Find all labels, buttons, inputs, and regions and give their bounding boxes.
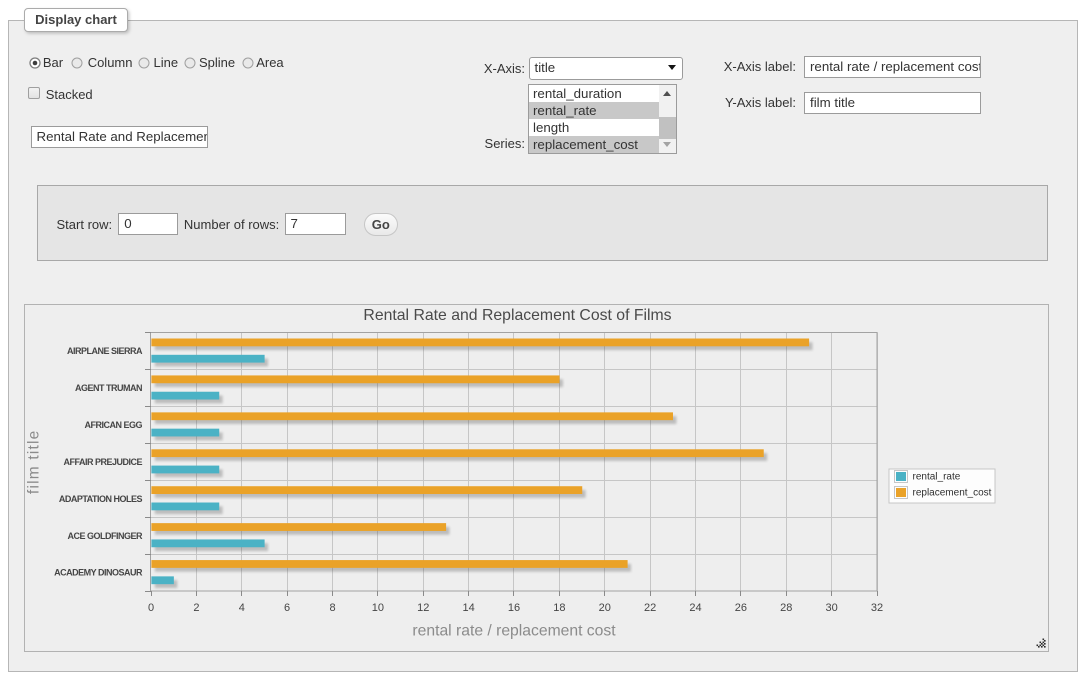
svg-text:0: 0 [148, 602, 154, 614]
svg-text:ACE GOLDFINGER: ACE GOLDFINGER [67, 531, 143, 541]
svg-text:replacement_cost: replacement_cost [913, 488, 992, 499]
svg-text:20: 20 [599, 602, 611, 614]
svg-text:2: 2 [193, 602, 199, 614]
svg-text:10: 10 [372, 602, 384, 614]
svg-text:30: 30 [825, 602, 837, 614]
svg-text:24: 24 [689, 602, 701, 614]
svg-text:26: 26 [735, 602, 747, 614]
svg-text:AIRPLANE SIERRA: AIRPLANE SIERRA [67, 346, 143, 356]
svg-text:12: 12 [417, 602, 429, 614]
svg-text:rental rate / replacement cost: rental rate / replacement cost [412, 622, 616, 639]
svg-text:AFRICAN EGG: AFRICAN EGG [85, 420, 143, 430]
svg-text:Rental Rate and Replacement Co: Rental Rate and Replacement Cost of Film… [363, 307, 671, 324]
svg-text:ADAPTATION HOLES: ADAPTATION HOLES [59, 494, 143, 504]
svg-text:6: 6 [284, 602, 290, 614]
svg-text:28: 28 [780, 602, 792, 614]
svg-text:32: 32 [871, 602, 883, 614]
svg-text:4: 4 [239, 602, 245, 614]
svg-text:18: 18 [553, 602, 565, 614]
svg-text:16: 16 [508, 602, 520, 614]
svg-text:AFFAIR PREJUDICE: AFFAIR PREJUDICE [63, 457, 142, 467]
svg-text:AGENT TRUMAN: AGENT TRUMAN [75, 383, 142, 393]
svg-text:ACADEMY DINOSAUR: ACADEMY DINOSAUR [54, 568, 143, 578]
svg-text:film title: film title [26, 430, 43, 495]
svg-text:22: 22 [644, 602, 656, 614]
svg-text:14: 14 [462, 602, 474, 614]
svg-text:rental_rate: rental_rate [913, 472, 961, 483]
svg-text:8: 8 [329, 602, 335, 614]
